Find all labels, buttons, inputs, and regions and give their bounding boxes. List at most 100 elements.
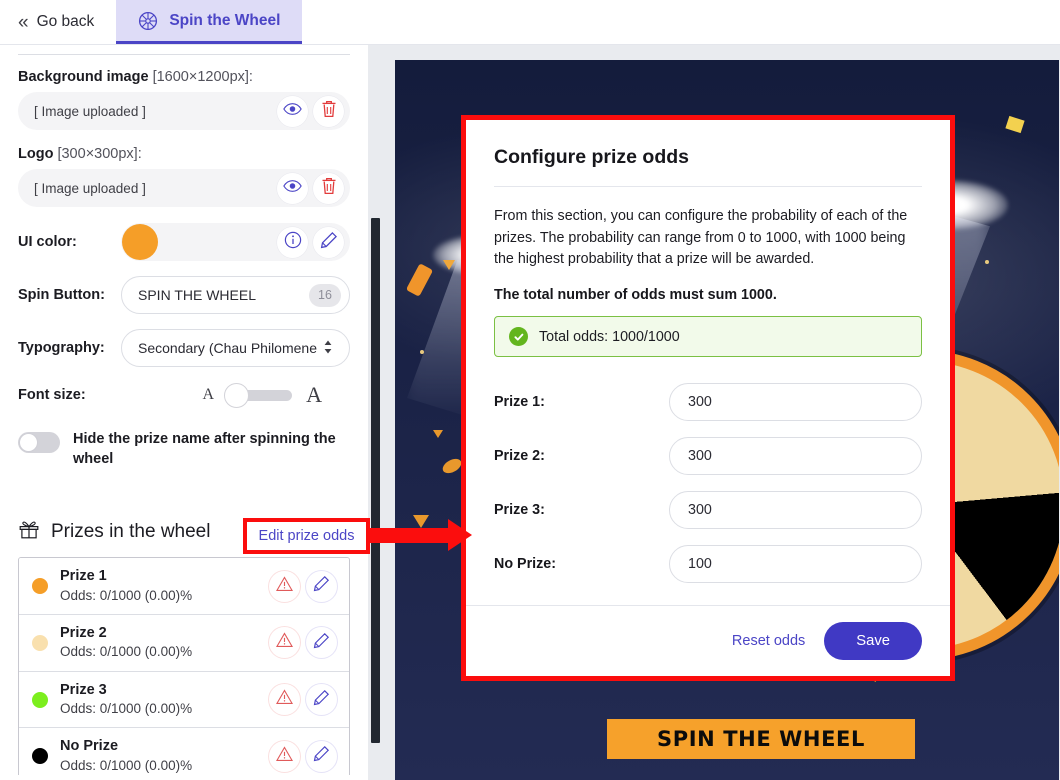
logo-value: [ Image uploaded ] [34,180,146,196]
odds-fields: Prize 1: 300 Prize 2: 300 Prize 3: 300 N… [494,383,922,584]
prize-color-swatch [32,691,48,708]
confetti-piece [405,263,434,297]
go-back-button[interactable]: « Go back [0,0,116,44]
prize-texts: Prize 3 Odds: 0/1000 (0.00)% [60,681,263,719]
modal-title: Configure prize odds [494,146,689,168]
pencil-icon [313,745,330,767]
prize-color-swatch [32,578,48,595]
odds-field-label: No Prize: [494,556,556,573]
confetti-piece [443,260,455,270]
prize-warning-button[interactable] [269,571,300,602]
typography-value: Secondary (Chau Philomene [138,340,317,356]
list-item[interactable]: Prize 2 Odds: 0/1000 (0.00)% [19,614,349,672]
spin-button-label: Spin Button: [18,287,105,303]
prize-name: Prize 1 [60,568,107,585]
gift-icon [18,519,40,546]
prize-edit-button[interactable] [306,741,337,772]
prize-list: Prize 1 Odds: 0/1000 (0.00)% Prize 2 Odd… [18,557,350,775]
tab-label: Spin the Wheel [169,11,281,29]
font-size-slider[interactable] [224,382,293,408]
odds-field-row: Prize 1: 300 [494,383,922,422]
logo-field: [ Image uploaded ] [18,169,350,207]
typography-row: Typography: Secondary (Chau Philomene [18,329,350,367]
confetti-piece [413,515,429,528]
prize-texts: Prize 2 Odds: 0/1000 (0.00)% [60,624,263,662]
logo-label: Logo [300×300px]: [18,146,350,162]
warning-triangle-icon [275,575,294,597]
background-image-field: [ Image uploaded ] [18,92,350,130]
modal-footer: Reset odds Save [466,605,950,676]
odds-field-label: Prize 3: [494,502,545,519]
list-item[interactable]: Prize 1 Odds: 0/1000 (0.00)% [19,558,349,615]
configure-prize-odds-modal: Configure prize odds From this section, … [461,115,955,681]
list-item[interactable]: Prize 3 Odds: 0/1000 (0.00)% [19,671,349,729]
background-image-label-text: Background image [18,69,149,85]
font-size-slider-thumb[interactable] [224,382,250,408]
logo-delete-button[interactable] [313,172,344,204]
pencil-icon [313,632,330,654]
wheel-icon [138,11,158,31]
sidebar-divider [18,54,350,55]
eye-icon [283,179,302,198]
ui-color-edit-button[interactable] [313,226,344,258]
prizes-section-title: Prizes in the wheel [51,521,211,543]
ui-color-row: UI color: [18,223,350,261]
odds-field-label: Prize 2: [494,448,545,465]
background-preview-button[interactable] [277,95,308,127]
prize-color-swatch [32,748,48,765]
prize-edit-button[interactable] [306,627,337,658]
ui-color-field[interactable] [121,223,350,261]
logo-preview-button[interactable] [277,172,308,204]
odds-input-prize-1[interactable]: 300 [669,383,922,422]
trash-icon [321,100,337,123]
ui-color-label: UI color: [18,234,77,250]
font-size-large-glyph: A [306,382,322,407]
background-image-value: [ Image uploaded ] [34,103,146,119]
prize-warning-button[interactable] [269,684,300,715]
odds-field-row: No Prize: 100 [494,545,922,584]
ui-color-swatch[interactable] [122,224,158,260]
odds-input-prize-3[interactable]: 300 [669,491,922,530]
spin-button-char-counter: 16 [309,283,341,307]
prize-edit-button[interactable] [306,571,337,602]
list-item[interactable]: No Prize Odds: 0/1000 (0.00)% [19,728,349,775]
reset-odds-button[interactable]: Reset odds [732,633,805,649]
font-size-label: Font size: [18,387,86,403]
prize-warning-button[interactable] [269,627,300,658]
eye-icon [283,102,302,121]
hide-prize-name-label: Hide the prize name after spinning the w… [73,431,336,467]
spin-button-value: SPIN THE WHEEL [138,287,256,303]
hide-prize-name-row: Hide the prize name after spinning the w… [18,430,350,469]
preview-spin-button[interactable]: SPIN THE WHEEL [607,719,915,759]
odds-field-label: Prize 1: [494,394,545,411]
logo-label-text: Logo [18,146,54,162]
check-circle-icon [509,327,528,347]
annotation-arrow-head [448,519,472,551]
tab-spin-the-wheel[interactable]: Spin the Wheel [116,0,303,44]
sidebar-scrollbar-thumb[interactable] [371,218,380,743]
pencil-icon [320,231,338,254]
hide-prize-name-toggle[interactable] [18,432,60,453]
prize-warning-button[interactable] [269,741,300,772]
logo-dimensions: [300×300px]: [57,146,142,162]
ui-color-info-button[interactable] [277,226,308,258]
odds-field-row: Prize 2: 300 [494,437,922,476]
prize-edit-button[interactable] [306,684,337,715]
odds-field-row: Prize 3: 300 [494,491,922,530]
info-icon [284,231,302,254]
save-button[interactable]: Save [824,622,922,660]
modal-emphasis-text: The total number of odds must sum 1000. [494,287,777,304]
toggle-knob [19,433,38,452]
typography-select[interactable]: Secondary (Chau Philomene [121,329,350,367]
prize-name: Prize 2 [60,624,107,641]
background-image-label: Background image [1600×1200px]: [18,69,350,85]
spin-button-input[interactable]: SPIN THE WHEEL 16 [121,276,350,314]
annotation-callout-label: Edit prize odds [258,528,355,544]
prize-odds: Odds: 0/1000 (0.00)% [60,758,193,774]
warning-triangle-icon [275,632,294,653]
background-delete-button[interactable] [313,95,344,127]
prize-odds: Odds: 0/1000 (0.00)% [60,644,193,660]
odds-input-prize-2[interactable]: 300 [669,437,922,476]
odds-input-no-prize[interactable]: 100 [669,545,922,584]
warning-triangle-icon [275,746,294,767]
